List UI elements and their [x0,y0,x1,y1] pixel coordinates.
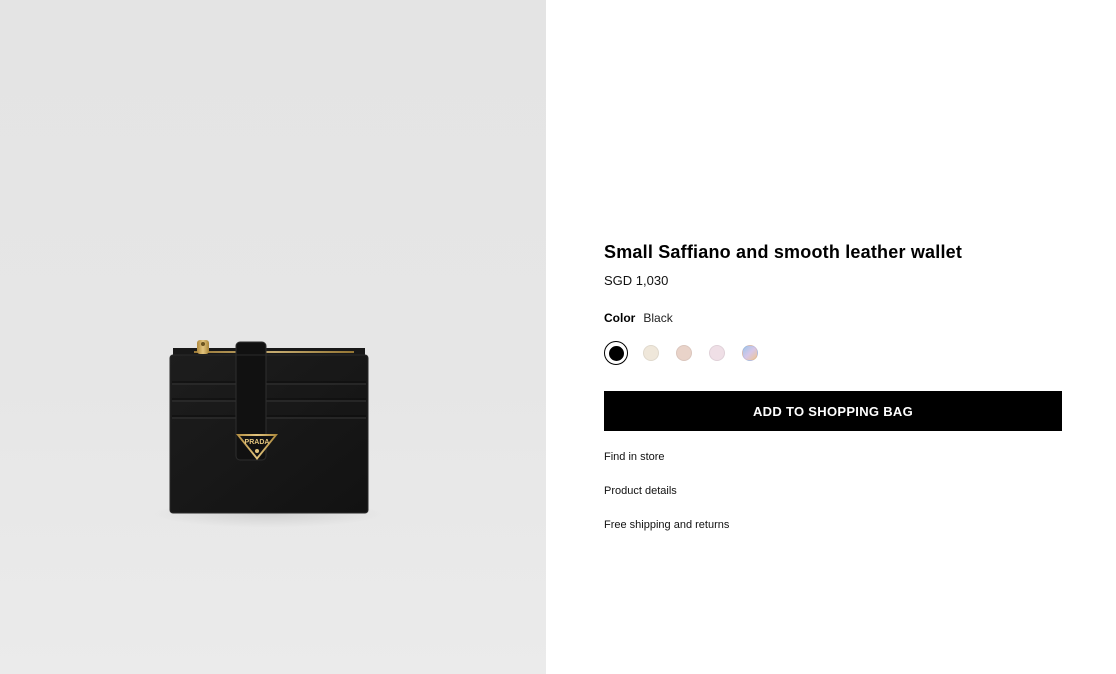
color-swatches [604,341,1062,365]
color-label: Color [604,311,636,325]
product-details-panel: Small Saffiano and smooth leather wallet… [604,240,1062,552]
swatch-dot [742,345,758,361]
wallet-product-image: PRADA [169,340,369,514]
swatch-powder-pink[interactable] [674,343,694,363]
swatch-cream[interactable] [641,343,661,363]
product-price: SGD 1,030 [604,273,669,288]
swatch-dot [608,345,624,361]
swatch-dot [676,345,692,361]
selected-color-name: Black [643,311,673,325]
swatch-dot [643,345,659,361]
product-details-link[interactable]: Product details [604,484,1062,518]
add-to-shopping-bag-button[interactable]: ADD TO SHOPPING BAG [604,391,1062,431]
brand-plate-text: PRADA [245,439,270,446]
swatch-multicolor[interactable] [740,343,760,363]
product-title: Small Saffiano and smooth leather wallet [604,242,963,262]
swatch-black[interactable] [604,341,628,365]
swatch-dot [709,345,725,361]
shipping-returns-link[interactable]: Free shipping and returns [604,518,1062,552]
product-image-panel: PRADA [0,0,546,674]
product-links: Find in store Product details Free shipp… [604,450,1062,552]
swatch-pale-pink[interactable] [707,343,727,363]
color-selector-label: Color Black [604,311,1062,325]
find-in-store-link[interactable]: Find in store [604,450,1062,484]
